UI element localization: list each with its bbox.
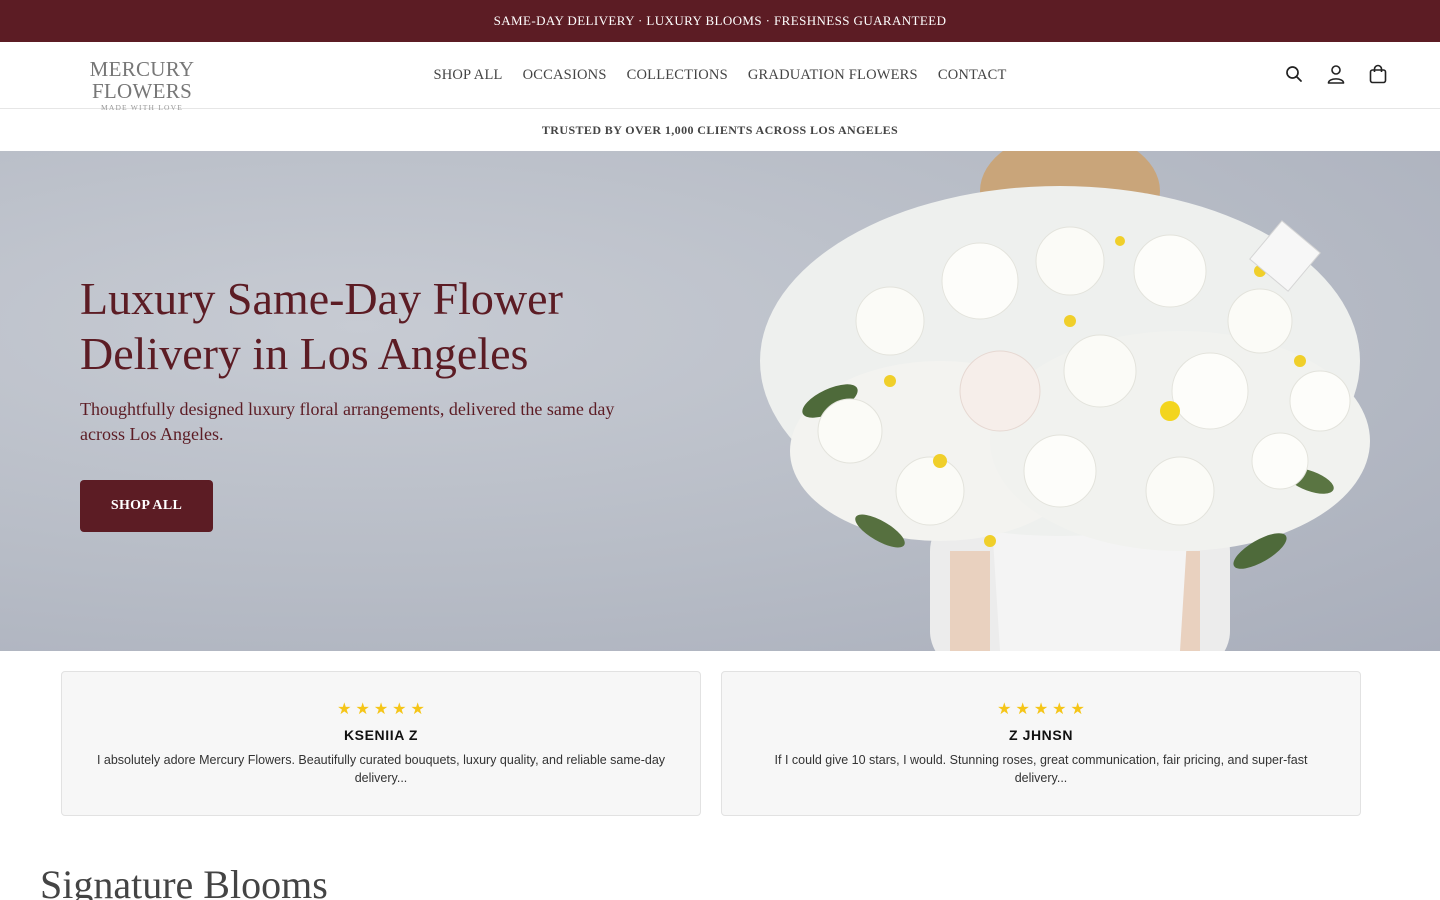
hero-subtitle: Thoughtfully designed luxury floral arra… [80,399,615,444]
hero-banner: Luxury Same-Day Flower Delivery in Los A… [0,151,1440,651]
star-icon: ★ [410,701,425,718]
rating-stars: ★ ★ ★ ★ ★ [62,702,700,718]
announcement-text: SAME-DAY DELIVERY · LUXURY BLOOMS · FRES… [493,13,947,28]
account-icon[interactable] [1326,63,1346,85]
search-icon[interactable] [1284,63,1304,85]
nav-graduation-flowers[interactable]: GRADUATION FLOWERS [748,67,918,84]
star-icon: ★ [392,701,407,718]
reviewer-name: KSENIIA Z [343,727,419,743]
star-icon: ★ [997,701,1012,718]
review-text: I absolutely adore Mercury Flowers. Beau… [96,753,666,785]
nav-occasions[interactable]: OCCASIONS [523,67,607,84]
star-icon: ★ [337,701,352,718]
hero-image [760,151,1370,651]
announcement-bar: SAME-DAY DELIVERY · LUXURY BLOOMS · FRES… [0,0,1440,42]
review-card: ★ ★ ★ ★ ★ Z JHNSN If I could give 10 sta… [721,671,1361,816]
star-icon: ★ [373,701,389,718]
nav-shop-all[interactable]: SHOP ALL [433,67,502,84]
star-icon: ★ [1015,701,1030,718]
reviewer-name: Z JHNSN [1008,727,1074,743]
star-icon: ★ [355,701,370,718]
nav-contact[interactable]: CONTACT [938,67,1007,84]
logo[interactable]: MERCURY FLOWERS MADE WITH LOVE [42,58,242,112]
review-text: If I could give 10 stars, I would. Stunn… [774,753,1308,785]
header-icons [1284,63,1388,85]
review-card: ★ ★ ★ ★ ★ KSENIIA Z I absolutely adore M… [61,671,701,816]
trust-bar: TRUSTED BY OVER 1,000 CLIENTS ACROSS LOS… [0,109,1440,151]
cart-icon[interactable] [1368,63,1388,85]
star-icon: ★ [1052,701,1067,718]
star-icon: ★ [1033,701,1049,718]
site-header: MERCURY FLOWERS MADE WITH LOVE SHOP ALL … [0,42,1440,112]
nav-collections[interactable]: COLLECTIONS [627,67,728,84]
section-title: Signature Blooms [40,862,328,900]
logo-name: MERCURY FLOWERS [89,57,195,103]
rating-stars: ★ ★ ★ ★ ★ [722,702,1360,718]
hero-title: Luxury Same-Day Flower Delivery in Los A… [80,273,563,379]
star-icon: ★ [1070,701,1085,718]
shop-all-button[interactable]: SHOP ALL [80,480,213,532]
trust-text: TRUSTED BY OVER 1,000 CLIENTS ACROSS LOS… [541,122,899,137]
